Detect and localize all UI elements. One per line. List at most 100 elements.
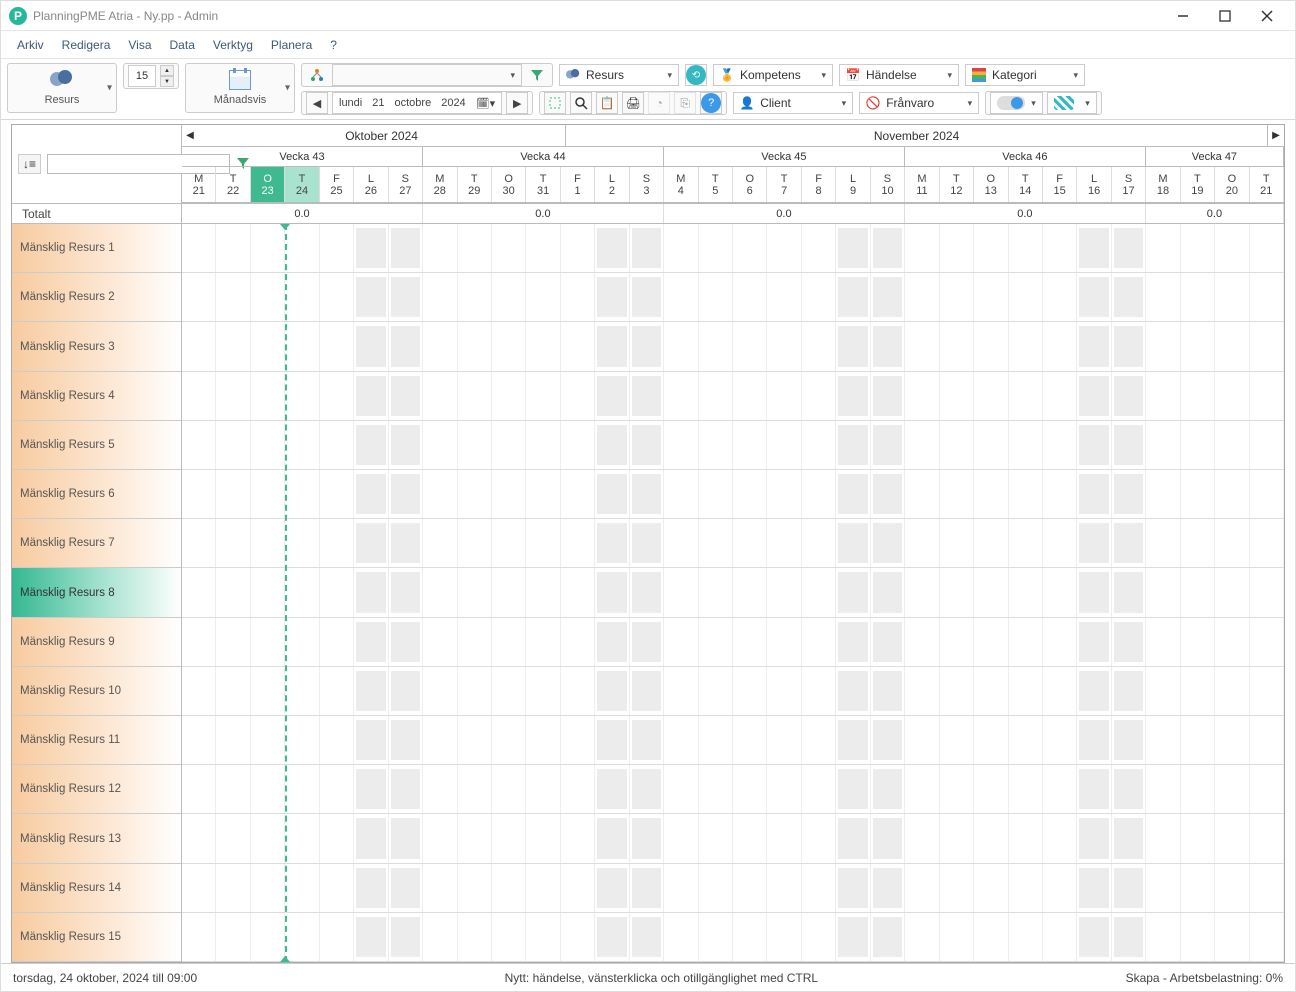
schedule-cell[interactable] — [733, 765, 767, 813]
resource-row[interactable]: Mänsklig Resurs 8 — [12, 568, 181, 617]
schedule-cell[interactable] — [216, 913, 250, 961]
day-header[interactable]: L26 — [354, 167, 388, 202]
schedule-cell[interactable] — [1146, 765, 1180, 813]
schedule-cell[interactable] — [802, 224, 836, 272]
schedule-cell[interactable] — [389, 618, 423, 666]
schedule-cell[interactable] — [630, 322, 664, 370]
schedule-cell[interactable] — [871, 716, 905, 764]
schedule-cell[interactable] — [389, 568, 423, 616]
schedule-cell[interactable] — [595, 618, 629, 666]
schedule-cell[interactable] — [630, 519, 664, 567]
menu-help[interactable]: ? — [330, 38, 337, 52]
schedule-cell[interactable] — [905, 421, 939, 469]
schedule-cell[interactable] — [251, 519, 285, 567]
schedule-cell[interactable] — [630, 372, 664, 420]
schedule-cell[interactable] — [767, 814, 801, 862]
schedule-cell[interactable] — [630, 618, 664, 666]
day-header[interactable]: F15 — [1043, 167, 1077, 202]
schedule-cell[interactable] — [1250, 814, 1284, 862]
schedule-cell[interactable] — [1043, 618, 1077, 666]
schedule-cell[interactable] — [664, 765, 698, 813]
schedule-cell[interactable] — [664, 519, 698, 567]
schedule-cell[interactable] — [802, 913, 836, 961]
schedule-cell[interactable] — [871, 913, 905, 961]
schedule-cell[interactable] — [664, 224, 698, 272]
schedule-cell[interactable] — [699, 273, 733, 321]
schedule-cell[interactable] — [1146, 667, 1180, 715]
schedule-cell[interactable] — [251, 322, 285, 370]
schedule-cell[interactable] — [1077, 814, 1111, 862]
schedule-cell[interactable] — [492, 322, 526, 370]
sort-button[interactable]: ↓≡ — [18, 154, 41, 174]
schedule-cell[interactable] — [699, 814, 733, 862]
resource-row[interactable]: Mänsklig Resurs 13 — [12, 814, 181, 863]
filter-icon[interactable] — [526, 64, 548, 86]
schedule-cell[interactable] — [871, 568, 905, 616]
schedule-cell[interactable] — [699, 667, 733, 715]
schedule-cell[interactable] — [595, 765, 629, 813]
spinner-down[interactable]: ▼ — [160, 76, 174, 87]
schedule-cell[interactable] — [595, 322, 629, 370]
schedule-cell[interactable] — [1215, 913, 1249, 961]
day-header[interactable]: T29 — [458, 167, 492, 202]
schedule-cell[interactable] — [320, 716, 354, 764]
schedule-cell[interactable] — [905, 224, 939, 272]
schedule-cell[interactable] — [216, 765, 250, 813]
marquee-select-icon[interactable] — [544, 92, 566, 114]
schedule-cell[interactable] — [216, 273, 250, 321]
schedule-cell[interactable] — [216, 372, 250, 420]
schedule-cell[interactable] — [320, 273, 354, 321]
schedule-cell[interactable] — [389, 519, 423, 567]
schedule-cell[interactable] — [320, 568, 354, 616]
schedule-cell[interactable] — [285, 568, 319, 616]
schedule-cell[interactable] — [458, 421, 492, 469]
schedule-cell[interactable] — [1112, 421, 1146, 469]
schedule-cell[interactable] — [905, 273, 939, 321]
schedule-cell[interactable] — [492, 224, 526, 272]
schedule-cell[interactable] — [354, 913, 388, 961]
schedule-cell[interactable] — [285, 372, 319, 420]
menu-planera[interactable]: Planera — [271, 38, 312, 52]
schedule-cell[interactable] — [940, 470, 974, 518]
schedule-cell[interactable] — [733, 224, 767, 272]
schedule-cell[interactable] — [699, 618, 733, 666]
schedule-cell[interactable] — [561, 864, 595, 912]
day-header[interactable]: O13 — [974, 167, 1008, 202]
schedule-cell[interactable] — [733, 716, 767, 764]
schedule-cell[interactable] — [561, 322, 595, 370]
schedule-cell[interactable] — [1112, 667, 1146, 715]
schedule-cell[interactable] — [526, 568, 560, 616]
date-field[interactable]: lundi 21 octobre 2024 🗓▾ — [332, 92, 502, 114]
schedule-cell[interactable] — [664, 913, 698, 961]
schedule-cell[interactable] — [389, 470, 423, 518]
schedule-cell[interactable] — [664, 864, 698, 912]
schedule-cell[interactable] — [733, 667, 767, 715]
schedule-cell[interactable] — [836, 519, 870, 567]
schedule-cell[interactable] — [802, 667, 836, 715]
schedule-cell[interactable] — [871, 864, 905, 912]
schedule-cell[interactable] — [1250, 716, 1284, 764]
schedule-cell[interactable] — [1077, 273, 1111, 321]
schedule-cell[interactable] — [458, 618, 492, 666]
schedule-cell[interactable] — [664, 470, 698, 518]
schedule-cell[interactable] — [802, 421, 836, 469]
schedule-cell[interactable] — [1181, 273, 1215, 321]
schedule-cell[interactable] — [1043, 765, 1077, 813]
schedule-cell[interactable] — [492, 716, 526, 764]
schedule-cell[interactable] — [664, 372, 698, 420]
schedule-cell[interactable] — [595, 814, 629, 862]
schedule-cell[interactable] — [1043, 322, 1077, 370]
schedule-cell[interactable] — [1043, 372, 1077, 420]
schedule-cell[interactable] — [320, 864, 354, 912]
schedule-cell[interactable] — [251, 864, 285, 912]
schedule-cell[interactable] — [320, 421, 354, 469]
schedule-cell[interactable] — [1146, 421, 1180, 469]
menu-arkiv[interactable]: Arkiv — [17, 38, 44, 52]
schedule-cell[interactable] — [285, 864, 319, 912]
schedule-cell[interactable] — [1146, 470, 1180, 518]
schedule-cell[interactable] — [423, 667, 457, 715]
schedule-cell[interactable] — [630, 913, 664, 961]
handelse-dropdown[interactable]: 📅 Händelse ▾ — [839, 64, 959, 86]
schedule-cell[interactable] — [1215, 667, 1249, 715]
toggle-1[interactable]: ▾ — [990, 92, 1043, 114]
